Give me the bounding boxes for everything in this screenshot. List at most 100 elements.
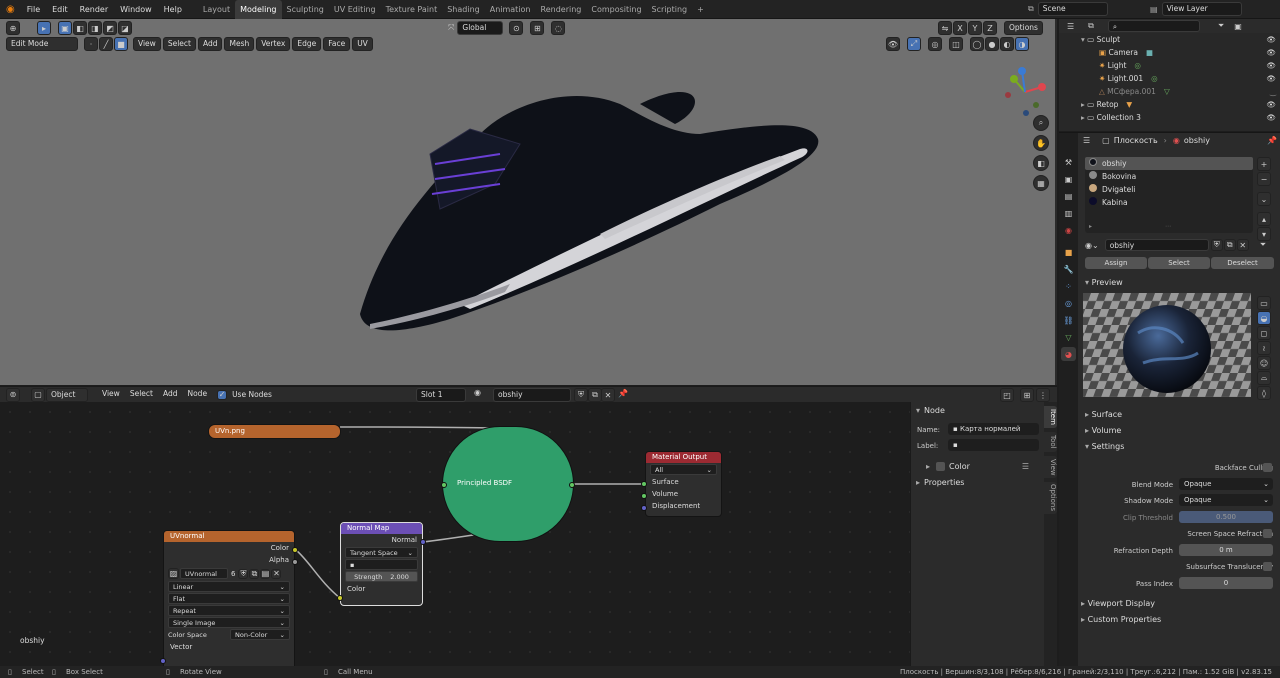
image-browse-icon[interactable]: ▨ (168, 568, 179, 579)
backdrop-icon[interactable]: ◰ (1000, 388, 1014, 402)
node-menu-view[interactable]: View (98, 388, 124, 402)
pan-hand-icon[interactable]: ✋ (1033, 135, 1049, 151)
filter-icon[interactable]: ⏷ (1218, 21, 1224, 31)
pivot-icon[interactable]: ⊙ (509, 21, 524, 35)
blender-logo-icon[interactable]: ◉ (0, 0, 21, 19)
node-material-output[interactable]: Material Output All ⌄ Surface Volume Disp… (645, 451, 722, 517)
custom-properties-panel-header[interactable]: ▸ Custom Properties (1081, 615, 1161, 624)
shadow-mode-dropdown[interactable]: Opaque ⌄ (1179, 494, 1273, 506)
tab-compositing[interactable]: Compositing (586, 0, 646, 19)
fake-user-icon[interactable]: ⛨ (1210, 239, 1223, 251)
node-editor-type-icon[interactable]: ⊚ (6, 387, 20, 402)
assign-button[interactable]: Assign (1085, 257, 1147, 269)
eye-icon[interactable]: 👁 (1266, 111, 1276, 124)
displacement-socket[interactable] (641, 505, 647, 511)
preview-sphere-icon[interactable]: ◒ (1257, 311, 1271, 325)
resize-grip-icon[interactable]: ⋯ (1165, 223, 1171, 230)
new-collection-icon[interactable]: ▣ (1234, 22, 1242, 31)
output-target-dropdown[interactable]: All ⌄ (650, 464, 717, 475)
eye-icon[interactable]: 👁 (1266, 98, 1276, 111)
unlink-material-icon[interactable]: ✕ (1236, 239, 1249, 251)
fake-user-icon[interactable]: ⛨ (238, 568, 249, 579)
menu-edge[interactable]: Edge (292, 37, 322, 51)
node-principled-bsdf[interactable]: Principled BSDF (442, 426, 574, 542)
eye-icon[interactable]: 👁 (1266, 33, 1276, 46)
slot-item[interactable]: obshiy (1085, 157, 1253, 170)
surface-socket[interactable] (641, 481, 647, 487)
menu-file[interactable]: File (21, 0, 46, 19)
tab-uv-editing[interactable]: UV Editing (329, 0, 381, 19)
preview-hair-icon[interactable]: ≀ (1257, 341, 1271, 355)
slot-selector[interactable]: Slot 1 (416, 388, 466, 402)
tab-texture-paint[interactable]: Texture Paint (381, 0, 443, 19)
node-panel-header[interactable]: ▾ Node (916, 406, 945, 415)
outliner-item-msphere[interactable]: △ МСфера.001 ▽ ‿ (1059, 85, 1280, 98)
overlay-icon[interactable]: ◎ (928, 37, 942, 51)
spaceship-model[interactable] (340, 74, 830, 344)
tab-animation[interactable]: Animation (485, 0, 536, 19)
strength-field[interactable]: Strength 2.000 (345, 571, 418, 582)
rendered-shading-icon[interactable]: ◑ (1015, 37, 1029, 51)
node-label-field[interactable]: ▪ (948, 439, 1039, 451)
preview-monkey-icon[interactable]: ☺ (1257, 356, 1271, 370)
tab-shading[interactable]: Shading (442, 0, 485, 19)
select-extend-icon[interactable]: ◧ (73, 21, 87, 35)
backface-culling-checkbox[interactable] (1263, 463, 1272, 472)
object-type-icon[interactable]: ▢ (31, 387, 45, 402)
select-invert-icon[interactable]: ◩ (103, 21, 117, 35)
tab-tool[interactable]: Tool (1044, 432, 1057, 452)
color-space-dropdown[interactable]: Non-Color ⌄ (230, 629, 290, 640)
normal-output-socket[interactable] (420, 539, 426, 545)
projection-dropdown[interactable]: Flat ⌄ (168, 593, 290, 604)
transform-orientation[interactable]: Global (457, 21, 504, 35)
axis-z-button[interactable]: Z (983, 21, 997, 35)
node-options-icon[interactable]: ⋮ (1036, 388, 1050, 402)
open-image-icon[interactable]: ▤ (260, 568, 271, 579)
view-layer-field[interactable]: View Layer (1161, 2, 1242, 16)
menu-vertex[interactable]: Vertex (256, 37, 291, 51)
outliner-item-light[interactable]: ✷ Light ◎ 👁 (1059, 59, 1280, 72)
menu-help[interactable]: Help (158, 0, 188, 19)
snap-node-icon[interactable]: ⊞ (1020, 388, 1034, 402)
extension-dropdown[interactable]: Repeat ⌄ (168, 605, 290, 616)
edge-select-icon[interactable]: ╱ (99, 37, 113, 51)
outliner-item-sculpt[interactable]: ▾ ▭ Sculpt 👁 (1059, 33, 1280, 46)
node-uvnormal[interactable]: UVnormal Color Alpha ▨ UVnormal 6 ⛨ ⧉ ▤ … (163, 530, 295, 670)
duplicate-material-icon[interactable]: ⧉ (1223, 239, 1236, 251)
normal-color-socket[interactable] (337, 595, 343, 601)
node-name-field[interactable]: ▪ Карта нормалей (948, 423, 1039, 435)
preview-panel-header[interactable]: ▾ Preview (1085, 278, 1123, 287)
render-tab-icon[interactable]: ▣ (1061, 172, 1076, 186)
add-slot-icon[interactable]: + (1257, 157, 1271, 171)
properties-editor-icon[interactable]: ☰ (1083, 136, 1090, 145)
select-new-icon[interactable]: ▣ (58, 21, 72, 35)
unlink-image-icon[interactable]: ✕ (271, 568, 282, 579)
camera-view-icon[interactable]: ◧ (1033, 155, 1049, 171)
particles-tab-icon[interactable]: ⁘ (1061, 279, 1076, 293)
tab-modeling[interactable]: Modeling (235, 0, 282, 19)
properties-subpanel[interactable]: ▸ Properties (916, 478, 964, 487)
volume-panel-header[interactable]: ▸ Volume (1085, 426, 1121, 435)
preview-cube-icon[interactable]: ◻ (1257, 326, 1271, 340)
duplicate-image-icon[interactable]: ⧉ (249, 568, 260, 579)
material-field[interactable]: obshiy (1104, 239, 1209, 251)
select-tool-icon[interactable]: ▸ (37, 21, 51, 35)
tab-view[interactable]: View (1044, 456, 1057, 478)
data-tab-icon[interactable]: ▽ (1061, 330, 1076, 344)
settings-panel-header[interactable]: ▾ Settings (1085, 442, 1124, 451)
mirror-icon[interactable]: ⇋ (938, 21, 952, 35)
select-subtract-icon[interactable]: ◨ (88, 21, 102, 35)
tab-layout[interactable]: Layout (198, 0, 235, 19)
3d-viewport[interactable]: ⊕ ▸ ▣ ◧ ◨ ◩ ◪ ⤧ Global ⊙ ⊞ ◌ ⇋ X Y Z Opt… (0, 19, 1057, 385)
principled-input-socket[interactable] (441, 482, 447, 488)
options-button[interactable]: Options (1004, 21, 1043, 35)
source-dropdown[interactable]: Single Image ⌄ (168, 617, 290, 628)
volume-socket[interactable] (641, 493, 647, 499)
face-select-icon[interactable]: ■ (114, 37, 128, 51)
list-expand-icon[interactable]: ▸ (1089, 223, 1092, 230)
preview-cloth-icon[interactable]: ⌓ (1257, 371, 1271, 385)
wireframe-shading-icon[interactable]: ◯ (970, 37, 984, 51)
zoom-icon[interactable]: ⌕ (1033, 115, 1049, 131)
tab-item[interactable]: Item (1044, 406, 1057, 428)
node-uvn-png[interactable]: UVn.png (208, 424, 341, 439)
